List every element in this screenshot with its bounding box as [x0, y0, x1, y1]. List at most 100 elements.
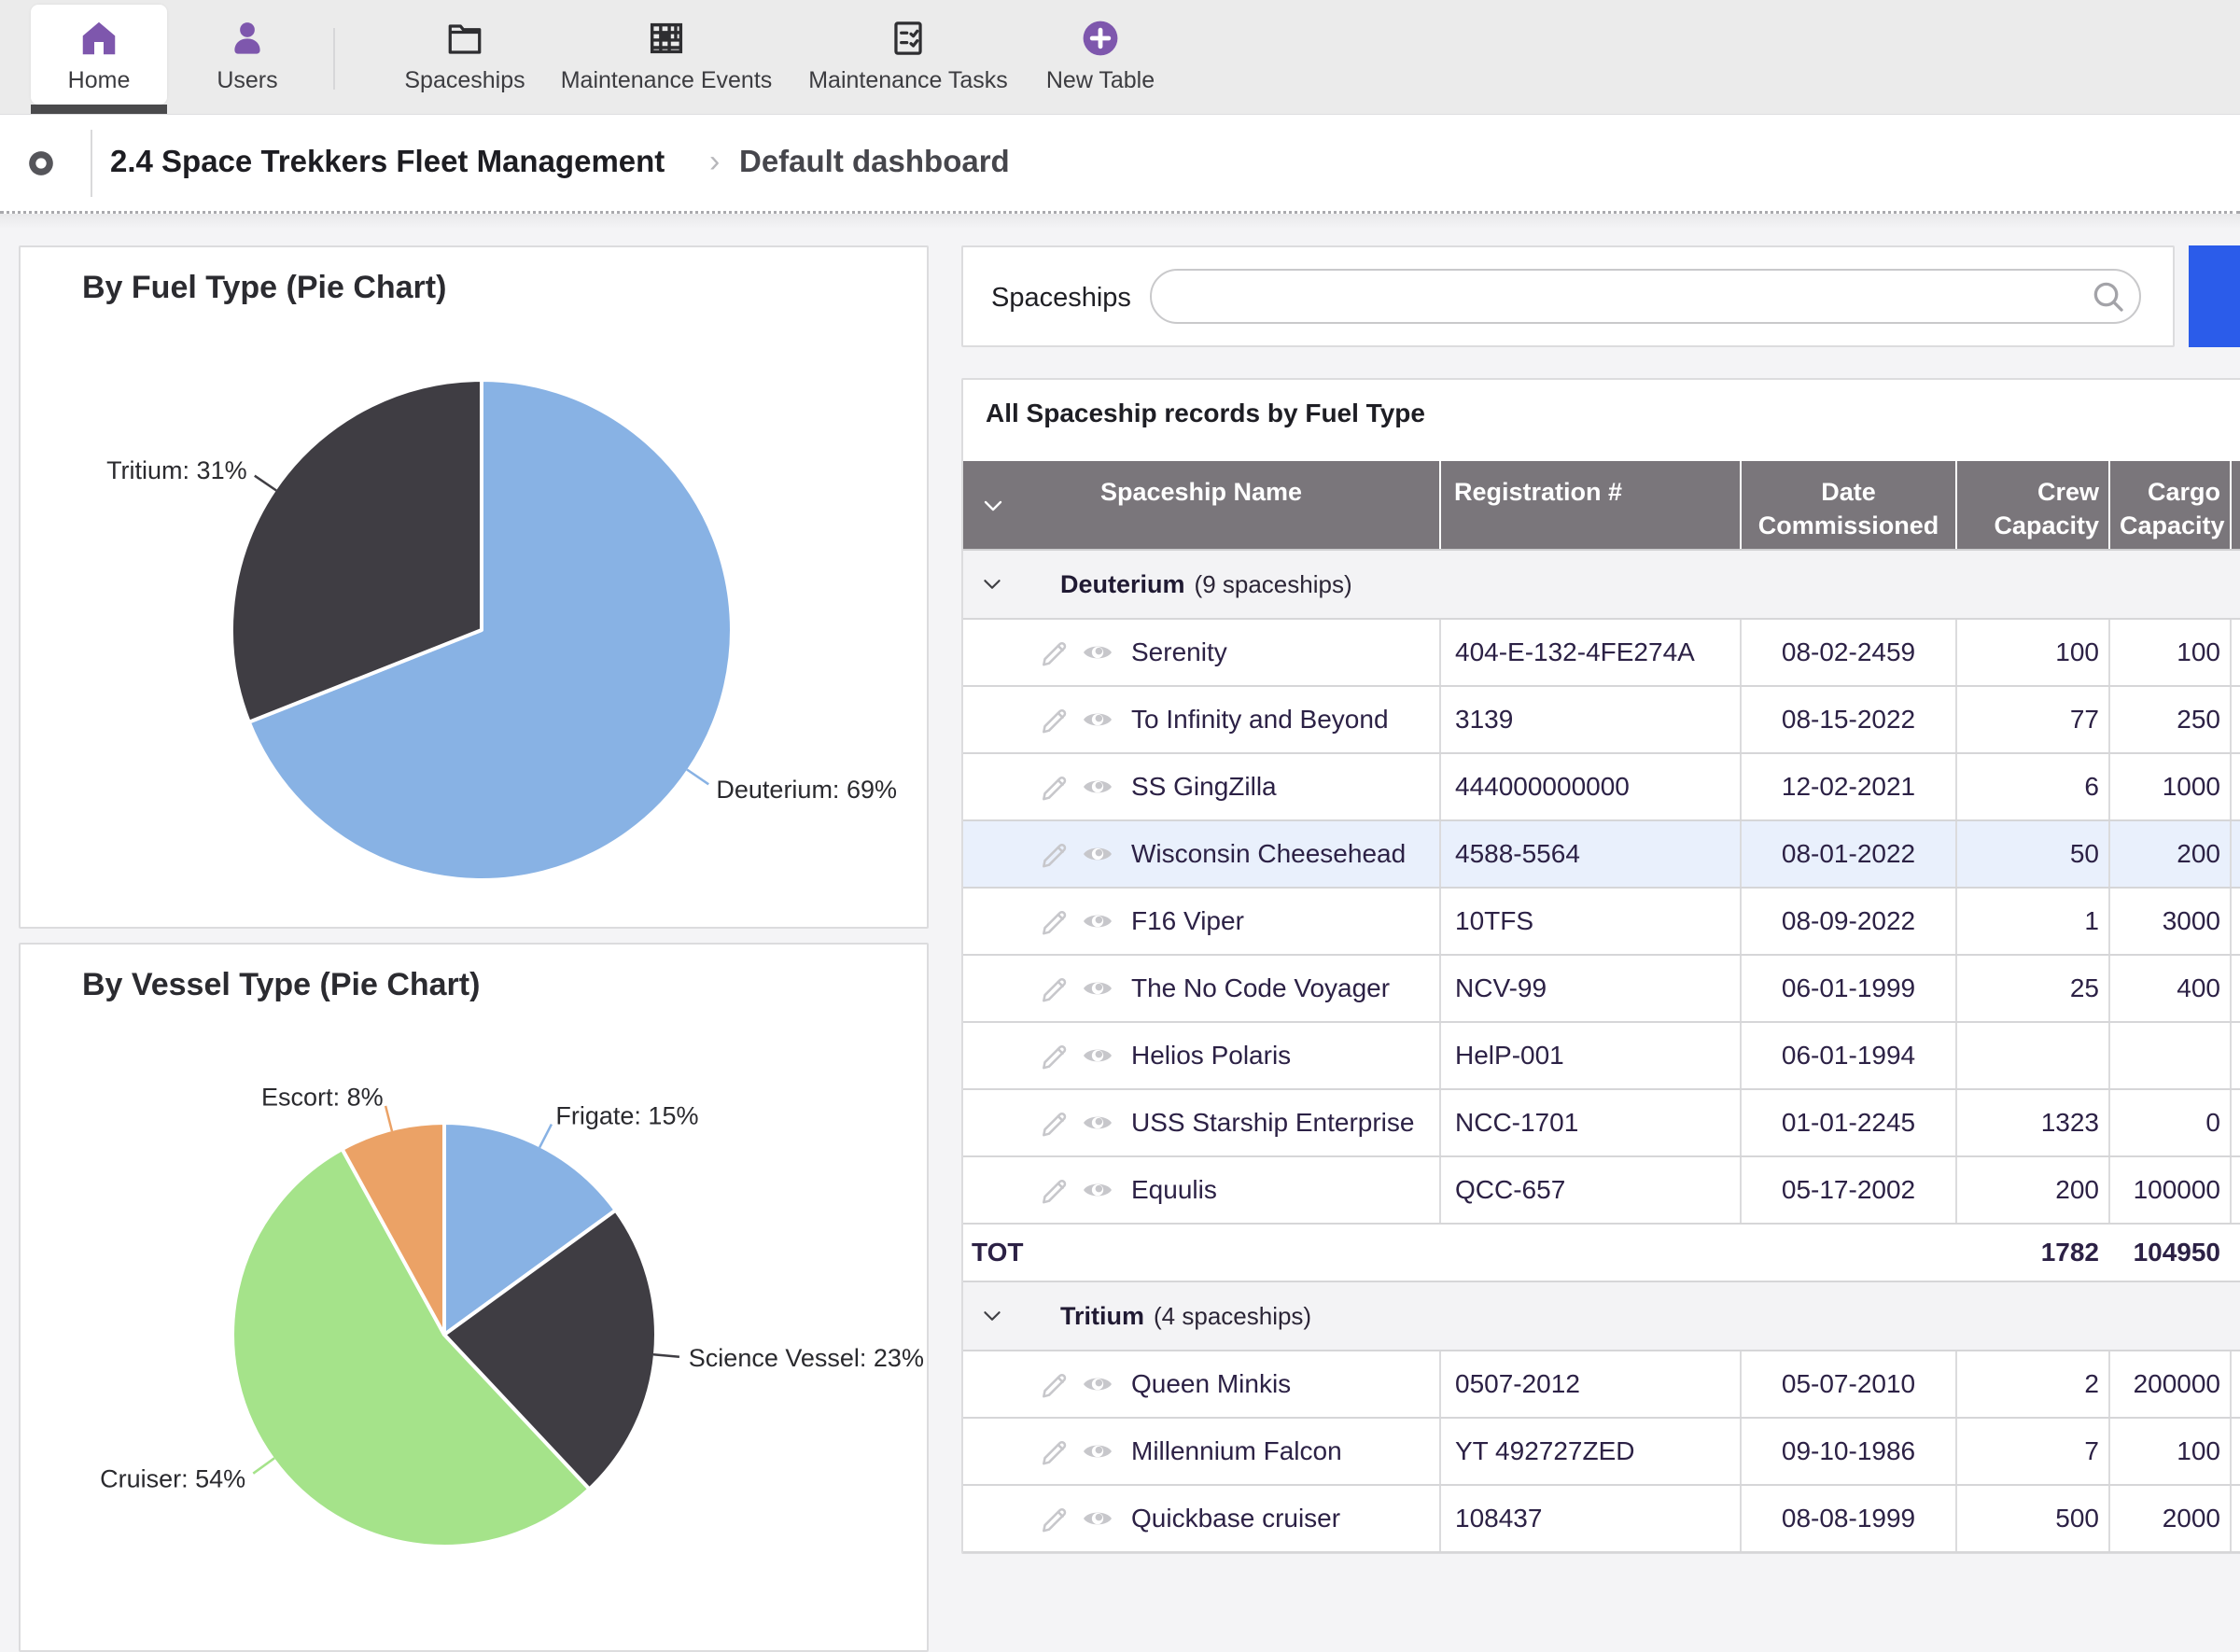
cell-registration: 404-E-132-4FE274A	[1439, 620, 1740, 685]
report-table: Spaceship Name Registration # Date Commi…	[963, 461, 2240, 1553]
view-eye-icon[interactable]	[1081, 972, 1114, 1005]
table-row[interactable]: Wisconsin Cheesehead4588-556408-01-20225…	[963, 821, 2240, 889]
cell-spaceship-name: Millennium Falcon	[1030, 1419, 1439, 1484]
group-count: (4 spaceships)	[1154, 1302, 1311, 1331]
table-row[interactable]: Quickbase cruiser10843708-08-19995002000	[963, 1486, 2240, 1553]
table-row[interactable]: EquulisQCC-65705-17-2002200100000	[963, 1157, 2240, 1225]
nav-label: Spaceships	[381, 67, 549, 94]
edit-pencil-icon[interactable]	[1038, 972, 1071, 1005]
table-row[interactable]: Millennium FalconYT 492727ZED09-10-19867…	[963, 1419, 2240, 1486]
nav-label: Maintenance Events	[554, 67, 778, 94]
view-eye-icon[interactable]	[1081, 1106, 1114, 1140]
view-eye-icon[interactable]	[1081, 636, 1114, 669]
cell-date-commissioned: 09-10-1986	[1740, 1419, 1955, 1484]
cell-spaceship-name: F16 Viper	[1030, 889, 1439, 954]
page-title: Default dashboard	[739, 144, 1010, 179]
edit-pencil-icon[interactable]	[1038, 837, 1071, 871]
nav-item-maintenance-tasks[interactable]: Maintenance Tasks	[801, 0, 1015, 114]
nav-label: Maintenance Tasks	[801, 67, 1015, 94]
cell-registration: 3139	[1439, 687, 1740, 752]
group-collapse-chevron-icon[interactable]	[980, 1304, 1004, 1328]
home-icon	[77, 17, 120, 60]
edit-pencil-icon[interactable]	[1038, 1039, 1071, 1072]
view-eye-icon[interactable]	[1081, 1039, 1114, 1072]
nav-item-home[interactable]: Home	[31, 0, 167, 114]
fuel-type-pie-card: By Fuel Type (Pie Chart) Deuterium: 69%T…	[19, 245, 929, 929]
cell-spaceship-name: Wisconsin Cheesehead	[1030, 821, 1439, 887]
nav-item-new-table[interactable]: New Table	[1035, 0, 1166, 114]
table-row[interactable]: The No Code VoyagerNCV-9906-01-199925400	[963, 956, 2240, 1023]
view-eye-icon[interactable]	[1081, 1367, 1114, 1401]
table-row[interactable]: USS Starship EnterpriseNCC-170101-01-224…	[963, 1090, 2240, 1157]
table-row[interactable]: To Infinity and Beyond313908-15-20227725…	[963, 687, 2240, 754]
column-header-crew-capacity[interactable]: Crew Capacity	[1955, 461, 2108, 549]
spaceship-name: To Infinity and Beyond	[1131, 705, 1389, 735]
view-eye-icon[interactable]	[1081, 1173, 1114, 1207]
cell-registration: 4588-5564	[1439, 821, 1740, 887]
table-row[interactable]: Helios PolarisHelP-00106-01-1994	[963, 1023, 2240, 1090]
view-eye-icon[interactable]	[1081, 837, 1114, 871]
cell-crew-capacity: 200	[1955, 1157, 2108, 1223]
edit-pencil-icon[interactable]	[1038, 1435, 1071, 1468]
pie-slice-label: Frigate: 15%	[555, 1102, 698, 1130]
cell-overflow	[2230, 620, 2240, 685]
table-row[interactable]: F16 Viper10TFS08-09-202213000	[963, 889, 2240, 956]
cell-registration: 10TFS	[1439, 889, 1740, 954]
new-record-button[interactable]	[2189, 245, 2240, 347]
cell-date-commissioned: 05-07-2010	[1740, 1351, 1955, 1417]
column-label: Crew Capacity	[1994, 478, 2099, 539]
cell-cargo-capacity	[2108, 1023, 2230, 1088]
cell-overflow	[2230, 821, 2240, 887]
column-header-registration[interactable]: Registration #	[1439, 461, 1740, 549]
pie-label-leader	[687, 770, 708, 785]
nav-item-spaceships[interactable]: Spaceships	[381, 0, 549, 114]
table-grid-icon	[645, 17, 688, 60]
edit-pencil-icon[interactable]	[1038, 904, 1071, 938]
table-row[interactable]: SS GingZilla44400000000012-02-202161000	[963, 754, 2240, 821]
edit-pencil-icon[interactable]	[1038, 1367, 1071, 1401]
edit-pencil-icon[interactable]	[1038, 703, 1071, 736]
spaceship-name: The No Code Voyager	[1131, 973, 1390, 1003]
view-eye-icon[interactable]	[1081, 703, 1114, 736]
search-icon[interactable]	[2089, 277, 2128, 316]
edit-pencil-icon[interactable]	[1038, 1502, 1071, 1535]
fuel-type-pie-chart[interactable]: Deuterium: 69%Tritium: 31%	[21, 247, 927, 927]
group-name: Tritium	[1060, 1302, 1144, 1331]
totals-registration-empty	[1439, 1225, 1740, 1281]
group-collapse-chevron-icon[interactable]	[980, 572, 1004, 596]
view-eye-icon[interactable]	[1081, 1502, 1114, 1535]
cell-cargo-capacity: 100000	[2108, 1157, 2230, 1223]
chevron-down-icon[interactable]	[978, 491, 1008, 521]
table-row[interactable]: Queen Minkis0507-201205-07-20102200000	[963, 1351, 2240, 1419]
view-eye-icon[interactable]	[1081, 904, 1114, 938]
column-header-spaceship-name[interactable]: Spaceship Name	[963, 461, 1439, 549]
cell-cargo-capacity: 2000	[2108, 1486, 2230, 1551]
column-label: Spaceship Name	[1100, 478, 1302, 506]
pie-label-leader	[253, 1458, 274, 1473]
edit-pencil-icon[interactable]	[1038, 1173, 1071, 1207]
column-header-cargo-capacity[interactable]: Cargo Capacity	[2108, 461, 2230, 549]
table-row[interactable]: Serenity404-E-132-4FE274A08-02-245910010…	[963, 620, 2240, 687]
edit-pencil-icon[interactable]	[1038, 770, 1071, 804]
nav-item-users[interactable]: Users	[201, 0, 294, 114]
vessel-type-pie-chart[interactable]: Frigate: 15%Science Vessel: 23%Cruiser: …	[21, 945, 927, 1650]
cell-cargo-capacity: 3000	[2108, 889, 2230, 954]
gear-icon[interactable]	[21, 143, 62, 184]
column-header-date-commissioned[interactable]: Date Commissioned	[1740, 461, 1955, 549]
row-select-cell	[963, 889, 1030, 954]
user-icon	[226, 17, 269, 60]
cell-crew-capacity: 2	[1955, 1351, 2108, 1417]
nav-label: New Table	[1035, 67, 1166, 94]
app-title[interactable]: 2.4 Space Trekkers Fleet Management	[110, 144, 665, 179]
edit-pencil-icon[interactable]	[1038, 636, 1071, 669]
nav-item-maintenance-events[interactable]: Maintenance Events	[554, 0, 778, 114]
edit-pencil-icon[interactable]	[1038, 1106, 1071, 1140]
search-input[interactable]	[1150, 269, 2141, 324]
cell-overflow	[2230, 1351, 2240, 1417]
view-eye-icon[interactable]	[1081, 1435, 1114, 1468]
breadcrumb: 2.4 Space Trekkers Fleet Management › De…	[0, 115, 2240, 214]
folder-icon	[443, 17, 486, 60]
cell-spaceship-name: To Infinity and Beyond	[1030, 687, 1439, 752]
view-eye-icon[interactable]	[1081, 770, 1114, 804]
cell-overflow	[2230, 754, 2240, 819]
